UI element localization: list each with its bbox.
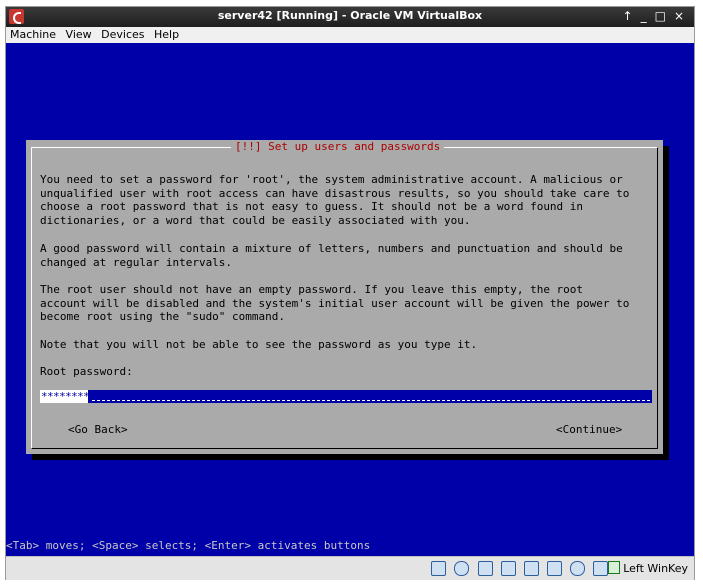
host-key-label: Left WinKey — [623, 562, 688, 575]
continue-button[interactable]: <Continue> — [556, 423, 622, 436]
installer-dialog: [!!] Set up users and passwords You need… — [26, 140, 663, 454]
paragraph-root-intro: You need to set a password for 'root', t… — [40, 173, 630, 228]
dialog-title: [!!] Set up users and passwords — [231, 140, 445, 154]
menu-devices[interactable]: Devices — [101, 27, 144, 43]
display-icon[interactable] — [546, 561, 562, 576]
network-icon[interactable] — [477, 561, 493, 576]
status-bar: Left WinKey — [6, 556, 694, 580]
paragraph-empty-password: The root user should not have an empty p… — [40, 283, 630, 324]
menu-machine[interactable]: Machine — [10, 27, 56, 43]
video-capture-icon[interactable] — [569, 561, 585, 576]
root-password-input[interactable]: ******** — [40, 390, 652, 403]
mouse-integration-icon[interactable] — [593, 561, 608, 576]
close-button[interactable]: × — [674, 9, 688, 23]
pin-up-icon[interactable]: ↑ — [623, 9, 637, 23]
host-key-indicator[interactable]: Left WinKey — [608, 561, 688, 575]
password-entered-segment: ******** — [40, 390, 90, 403]
minimize-button[interactable]: _ — [641, 9, 651, 23]
keyboard-hint: <Tab> moves; <Space> selects; <Enter> ac… — [6, 539, 371, 552]
go-back-button[interactable]: <Go Back> — [68, 423, 128, 436]
keyboard-capture-icon — [608, 561, 621, 574]
usb-icon[interactable] — [500, 561, 516, 576]
menu-help[interactable]: Help — [154, 27, 179, 43]
maximize-button[interactable]: □ — [655, 9, 670, 23]
menu-bar: Machine View Devices Help — [6, 27, 694, 43]
hard-disk-icon[interactable] — [431, 561, 447, 576]
window-title: server42 [Running] - Oracle VM VirtualBo… — [217, 9, 483, 22]
virtualbox-window: server42 [Running] - Oracle VM VirtualBo… — [5, 6, 695, 580]
password-mask: ******** — [41, 390, 90, 403]
paragraph-hidden-typing: Note that you will not be able to see th… — [40, 338, 478, 351]
password-field-underline — [92, 400, 650, 402]
menu-view[interactable]: View — [66, 27, 92, 43]
title-bar[interactable]: server42 [Running] - Oracle VM VirtualBo… — [6, 7, 694, 27]
window-controls: ↑ _ □ × — [619, 9, 688, 23]
optical-drive-icon[interactable] — [454, 561, 470, 576]
device-status-icons — [428, 561, 608, 580]
root-password-label: Root password: — [40, 365, 133, 378]
shared-folders-icon[interactable] — [523, 561, 539, 576]
vm-console-screen[interactable]: [!!] Set up users and passwords You need… — [6, 43, 694, 556]
paragraph-good-password: A good password will contain a mixture o… — [40, 242, 623, 269]
